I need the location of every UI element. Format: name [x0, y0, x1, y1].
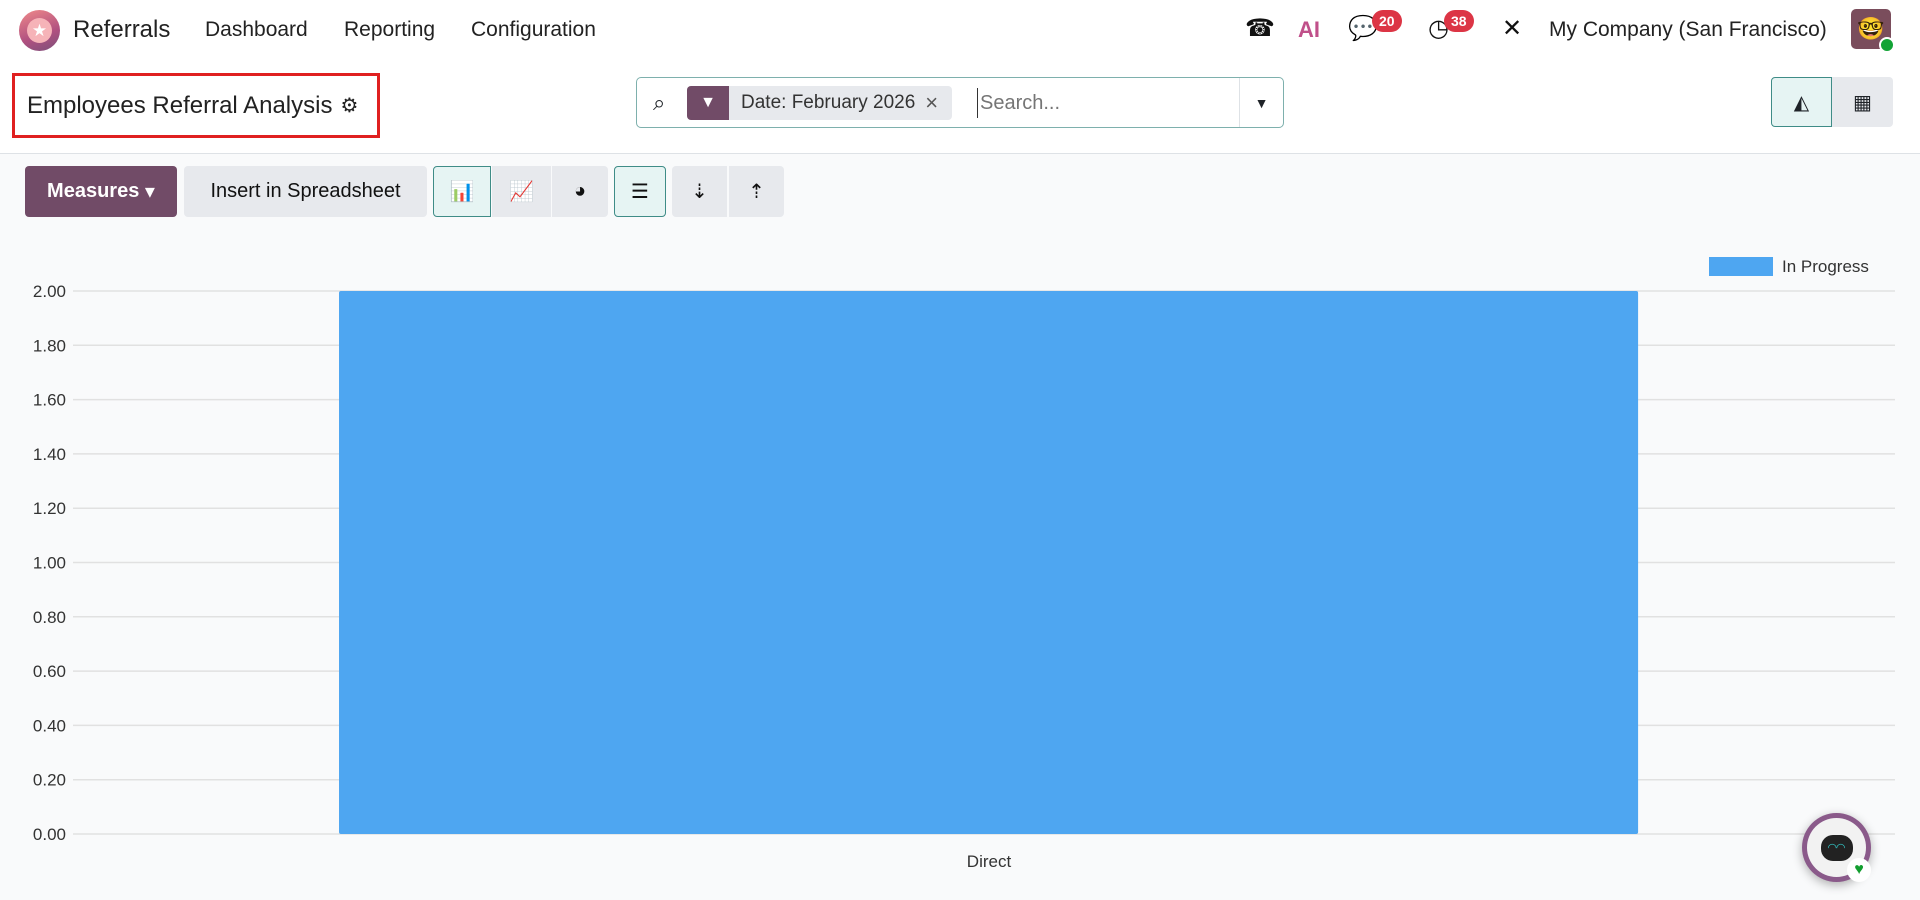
y-tick-label: 1.40 — [33, 445, 66, 464]
sort-descending-button[interactable]: ⇣ — [672, 166, 727, 217]
user-avatar[interactable]: 🤓 — [1851, 9, 1895, 53]
search-bar: ⌕ ▼ Date: February 2026 × ▼ — [636, 77, 1284, 128]
search-options-toggle[interactable]: ▼ — [1239, 78, 1283, 127]
y-tick-label: 0.60 — [33, 662, 66, 681]
facet-label: Date: February 2026 — [741, 92, 916, 113]
y-tick-label: 1.80 — [33, 336, 66, 355]
y-tick-label: 1.00 — [33, 554, 66, 573]
search-input[interactable] — [977, 88, 1227, 118]
ai-icon[interactable]: AI — [1298, 17, 1320, 43]
measures-label: Measures — [47, 180, 140, 202]
pivot-view-button[interactable]: ▦ — [1832, 77, 1893, 127]
pie-chart-button[interactable]: ◕ — [552, 166, 608, 217]
stacked-button[interactable]: ☰ — [614, 166, 666, 217]
chatbot-button[interactable]: ◠◠ ♥ — [1802, 813, 1871, 882]
messages-badge: 20 — [1372, 10, 1402, 32]
measures-button[interactable]: Measures ▾ — [25, 166, 177, 217]
menu-dashboard[interactable]: Dashboard — [205, 18, 308, 42]
y-tick-label: 2.00 — [33, 282, 66, 301]
bar-chart-button[interactable]: 📊 — [433, 166, 491, 217]
sort-ascending-button[interactable]: ⇡ — [729, 166, 784, 217]
online-status-dot — [1879, 37, 1895, 53]
control-panel: Employees Referral Analysis ⚙ ⌕ ▼ Date: F… — [0, 61, 1920, 154]
filter-icon: ▼ — [687, 86, 729, 120]
menu-reporting[interactable]: Reporting — [344, 18, 435, 42]
x-tick-label: Direct — [967, 852, 1012, 871]
page-title: Employees Referral Analysis ⚙ — [12, 73, 380, 138]
activities-badge: 38 — [1444, 10, 1474, 32]
legend-label[interactable]: In Progress — [1782, 257, 1869, 276]
line-chart-button[interactable]: 📈 — [492, 166, 551, 217]
y-tick-label: 0.00 — [33, 825, 66, 844]
referrals-app-icon[interactable]: ★ — [19, 10, 60, 51]
tools-icon[interactable]: ✕ — [1502, 14, 1522, 43]
y-tick-label: 1.20 — [33, 499, 66, 518]
y-tick-label: 0.20 — [33, 771, 66, 790]
y-tick-label: 0.80 — [33, 608, 66, 627]
y-tick-label: 0.40 — [33, 716, 66, 735]
insert-in-spreadsheet-button[interactable]: Insert in Spreadsheet — [184, 166, 427, 217]
bar-chart: 0.00 0.20 0.40 0.60 0.80 1.00 1.20 1.40 1.60 1.80… — [33, 257, 1895, 871]
search-icon: ⌕ — [653, 90, 666, 115]
app-name[interactable]: Referrals — [73, 16, 170, 44]
gear-icon[interactable]: ⚙ — [340, 93, 358, 118]
filter-facet: ▼ Date: February 2026 × — [687, 86, 953, 120]
page-title-text: Employees Referral Analysis — [27, 91, 333, 119]
legend-swatch[interactable] — [1709, 257, 1773, 276]
phone-icon[interactable]: ☎ — [1245, 14, 1275, 43]
company-switcher[interactable]: My Company (San Francisco) — [1549, 18, 1827, 42]
menu-configuration[interactable]: Configuration — [471, 18, 596, 42]
y-tick-label: 1.60 — [33, 391, 66, 410]
top-navbar: ★ Referrals Dashboard Reporting Configur… — [0, 0, 1920, 61]
bar-direct[interactable] — [339, 291, 1639, 834]
graph-view-button[interactable]: ◭ — [1771, 77, 1832, 127]
remove-facet-icon[interactable]: × — [925, 90, 952, 116]
heart-icon: ♥ — [1847, 858, 1871, 882]
